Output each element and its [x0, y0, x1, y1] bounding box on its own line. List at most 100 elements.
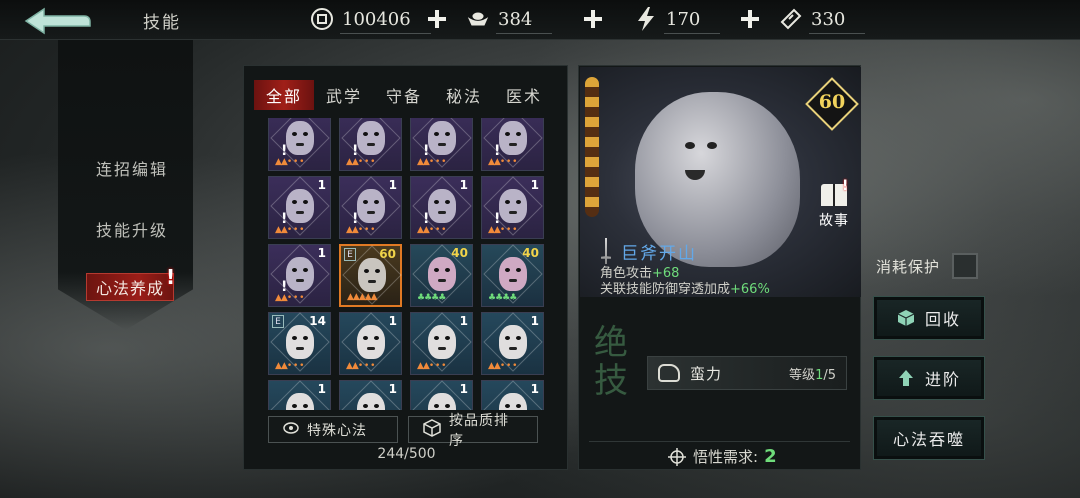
recycle-box-icon — [897, 309, 915, 327]
add-coin-button[interactable] — [424, 6, 450, 32]
skill-grid-item[interactable]: ! ▲▲• • • — [481, 118, 544, 171]
muscle-arm-icon — [658, 364, 680, 382]
skill-grid-item[interactable]: 1 ▲▲• • • — [339, 312, 402, 375]
special-method-button[interactable]: 特殊心法 — [268, 416, 398, 443]
mask-portrait-icon — [286, 325, 314, 359]
item-count: 1 — [530, 382, 539, 396]
up-arrow-icon — [897, 369, 915, 387]
mask-portrait-icon — [499, 189, 527, 223]
skill-grid[interactable]: ! ▲▲• • •! ▲▲• • •! ▲▲• • •! ▲▲• • • 1! ▲▲• • … — [262, 118, 552, 410]
resource-energy: 170 — [634, 6, 721, 34]
item-count: 1 — [530, 178, 539, 192]
ticket-icon — [779, 7, 803, 31]
tab-medicine[interactable]: 医术 — [494, 80, 554, 110]
talent-level: 等级1/5 — [789, 367, 836, 383]
tab-all[interactable]: 全部 — [254, 80, 314, 110]
item-count: 14 — [309, 314, 326, 328]
resource-silver: 384 — [466, 6, 553, 34]
skill-grid-item[interactable]: ! ▲▲• • • — [339, 118, 402, 171]
energy-value: 170 — [666, 8, 701, 30]
item-count: 1 — [459, 382, 468, 396]
rank-flame-decoration — [585, 77, 599, 217]
item-count: 40 — [522, 246, 539, 260]
skill-grid-item[interactable]: 14 E ▲▲• • • — [268, 312, 331, 375]
inventory-count: 244/500 — [377, 446, 436, 462]
resource-coin: 100406 — [310, 6, 431, 34]
requirement-value: 2 — [764, 446, 777, 467]
category-tabs: 全部 武学 守备 秘法 医术 — [254, 80, 554, 110]
add-energy-button[interactable] — [737, 6, 763, 32]
skill-grid-item[interactable]: 1! ▲▲• • • — [410, 176, 473, 239]
consume-protect-checkbox[interactable] — [952, 253, 979, 279]
mask-portrait-icon — [286, 257, 314, 291]
special-method-label: 特殊心法 — [307, 422, 367, 439]
skill-grid-item[interactable]: ! ▲▲• • • — [268, 118, 331, 171]
item-count: 1 — [317, 382, 326, 396]
item-count: 1 — [459, 178, 468, 192]
stat-penetration: 关联技能防御穿透加成+66% — [600, 278, 770, 297]
item-count: 40 — [451, 246, 468, 260]
tab-defense[interactable]: 守备 — [374, 80, 434, 110]
sidebar-item-heart-method[interactable]: 心法养成 — [86, 273, 174, 301]
skill-grid-item[interactable]: 1 ▲▲• • • — [481, 312, 544, 375]
item-count: 1 — [317, 246, 326, 260]
talent-brute-force[interactable]: 蛮力 等级1/5 — [647, 356, 847, 390]
mask-portrait-icon — [286, 121, 314, 155]
devour-button[interactable]: 心法吞噬 — [873, 416, 985, 460]
skill-grid-item[interactable]: 1! ▲▲• • • — [481, 176, 544, 239]
resource-ticket: 330 — [779, 6, 866, 34]
star-rank-pips: ▲▲• • • — [488, 361, 517, 371]
recycle-button[interactable]: 回收 — [873, 296, 985, 340]
mask-portrait-icon — [428, 325, 456, 359]
story-button[interactable]: ! 故事 — [814, 178, 854, 234]
sidebar-alert-badge: ! — [166, 265, 176, 289]
comprehension-requirement: 悟性需求: 2 — [667, 446, 777, 467]
sidebar-item-skill-upgrade[interactable]: 技能升级 — [96, 217, 168, 241]
skill-grid-item[interactable]: 60 E ▲▲▲▲▲ — [339, 244, 402, 307]
skill-grid-item[interactable]: ! ▲▲• • • — [410, 118, 473, 171]
skill-grid-item[interactable]: 1 — [339, 380, 402, 410]
back-arrow-icon[interactable] — [22, 6, 92, 36]
detail-divider — [589, 441, 850, 442]
ticket-value: 330 — [811, 8, 846, 30]
mask-portrait-icon — [428, 189, 456, 223]
star-rank-pips: ▲▲• • • — [417, 157, 446, 167]
item-count: 60 — [379, 247, 396, 261]
lightning-icon — [634, 7, 658, 31]
advance-button[interactable]: 进阶 — [873, 356, 985, 400]
tab-martial[interactable]: 武学 — [314, 80, 374, 110]
skill-grid-item[interactable]: 1! ▲▲• • • — [268, 176, 331, 239]
item-count: 1 — [530, 314, 539, 328]
star-rank-pips: ▲▲▲▲▲ — [347, 292, 378, 302]
skill-grid-item[interactable]: 1! ▲▲• • • — [339, 176, 402, 239]
skill-grid-item[interactable]: 40 ♣♣♣♣ — [481, 244, 544, 307]
add-silver-button[interactable] — [580, 6, 606, 32]
cube-icon — [423, 418, 441, 441]
grid-actions: 特殊心法 按品质排序 — [268, 413, 538, 449]
mask-portrait-icon — [358, 258, 386, 292]
star-rank-pips: ▲▲• • • — [417, 361, 446, 371]
item-count: 1 — [317, 178, 326, 192]
page-title: 技能 — [143, 13, 181, 33]
skill-grid-item[interactable]: 1 — [410, 380, 473, 410]
advance-label: 进阶 — [924, 370, 961, 389]
mask-portrait-icon — [499, 121, 527, 155]
skill-grid-item[interactable]: 1 ▲▲• • • — [410, 312, 473, 375]
mask-portrait-icon — [428, 257, 456, 291]
sort-quality-label: 按品质排序 — [449, 412, 509, 449]
sidebar-item-combo-edit[interactable]: 连招编辑 — [96, 156, 168, 180]
mask-portrait-icon — [428, 121, 456, 155]
sort-quality-button[interactable]: 按品质排序 — [408, 413, 538, 449]
equipped-badge: E — [344, 248, 356, 261]
star-rank-pips: ♣♣♣♣ — [417, 293, 446, 303]
skill-grid-item[interactable]: 1! ▲▲• • • — [268, 244, 331, 307]
skill-grid-item[interactable]: 40 ♣♣♣♣ — [410, 244, 473, 307]
skill-detail-panel: 60 ! 故事 巨斧开山 角色攻击+68 关联技能防御穿透加成+66% 绝技 蛮… — [578, 65, 861, 470]
star-rank-pips: ▲▲• • • — [417, 225, 446, 235]
tab-secret[interactable]: 秘法 — [434, 80, 494, 110]
star-rank-pips: ▲▲• • • — [275, 293, 304, 303]
skill-grid-item[interactable]: 1 — [481, 380, 544, 410]
skill-grid-item[interactable]: 1 — [268, 380, 331, 410]
item-count: 1 — [459, 314, 468, 328]
star-rank-pips: ▲▲• • • — [488, 157, 517, 167]
